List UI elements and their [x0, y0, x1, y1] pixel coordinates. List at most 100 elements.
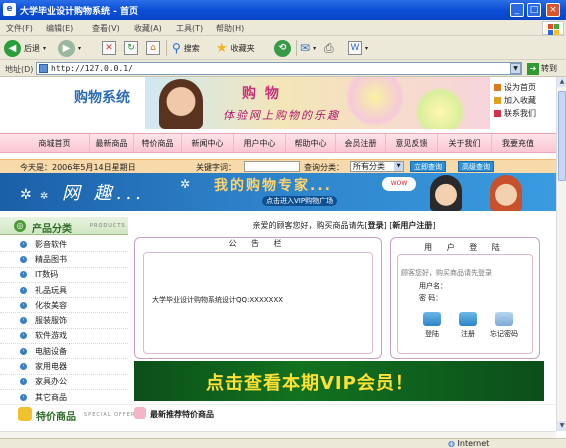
horizontal-scrollbar[interactable]: [0, 431, 556, 438]
menu-edit[interactable]: 编辑(E): [46, 23, 73, 34]
keyword-label: 关键字词：: [196, 163, 236, 172]
category-item[interactable]: › 其它商品: [0, 390, 128, 406]
scroll-down-icon[interactable]: ▼: [557, 421, 566, 431]
nav-item-news[interactable]: 新闻中心: [182, 134, 234, 153]
nav-item-recharge[interactable]: 我要充值: [492, 134, 544, 153]
vip-member-banner[interactable]: 点击查看本期VIP会员！: [134, 361, 544, 401]
minimize-button[interactable]: _: [510, 3, 524, 17]
cartoon-girl-image: [490, 175, 522, 211]
nav-item-feedback[interactable]: 意见反馈: [386, 134, 438, 153]
category-sidebar: ◎ 产品分类 PRODUCTS › 影音软件 › 精品图书 › IT数码 › 礼品玩具 …: [0, 217, 128, 431]
nav-item-home[interactable]: 商城首页: [20, 134, 90, 153]
home-button[interactable]: ⌂: [146, 39, 160, 57]
nav-item-user[interactable]: 用户中心: [234, 134, 286, 153]
welcome-login-link[interactable]: 登录: [368, 221, 384, 230]
category-item[interactable]: › 礼品玩具: [0, 283, 128, 299]
menu-tools[interactable]: 工具(T): [176, 23, 203, 34]
vip-banner-text3: 点击进入VIP购物广场: [262, 196, 338, 206]
nav-item-about[interactable]: 关于我们: [438, 134, 492, 153]
advanced-search-button[interactable]: 高级查询: [458, 161, 494, 172]
menu-favorites[interactable]: 收藏(A): [134, 23, 162, 34]
current-date: 今天是：2006年5月14日星期日: [20, 163, 136, 172]
edit-button[interactable]: W ▾: [348, 39, 368, 57]
nav-item-special[interactable]: 特价商品: [134, 134, 182, 153]
category-label: 查询分类：: [304, 163, 344, 172]
bullet-icon: ›: [20, 332, 27, 340]
nav-item-help[interactable]: 帮助中心: [286, 134, 336, 153]
add-favorite-link[interactable]: 加入收藏: [494, 94, 536, 106]
address-dropdown-icon[interactable]: ▼: [510, 63, 521, 74]
register-icon: [459, 312, 477, 326]
recommend-icon: [134, 407, 146, 419]
flower-image: [415, 87, 465, 129]
category-item[interactable]: › 家用电器: [0, 359, 128, 375]
category-item-label: 电脑设备: [35, 346, 67, 356]
set-homepage-link[interactable]: 设为首页: [494, 81, 536, 93]
banner-title: 购 物: [242, 86, 281, 102]
window-titlebar: e 大学毕业设计购物系统 - 首页 _ □ ×: [0, 0, 566, 20]
search-button[interactable]: ⚲ 搜索: [172, 39, 200, 57]
welcome-register-link[interactable]: 新用户注册: [392, 221, 432, 230]
vip-member-text: 点击查看本期VIP会员！: [206, 373, 414, 394]
vip-banner[interactable]: ✲ ✲ ✲ 网 趣... 我的购物专家... 点击进入VIP购物广场 WOW: [0, 173, 556, 211]
back-button[interactable]: ◀ 后退 ▾: [4, 39, 46, 57]
keyword-input[interactable]: [244, 161, 300, 172]
forward-button[interactable]: ▶ ▾: [58, 39, 81, 57]
notice-text: 大学毕业设计购物系统设计QQ:XXXXXXX: [152, 296, 283, 304]
address-input[interactable]: http://127.0.0.1/: [36, 62, 522, 75]
stop-button[interactable]: ✕: [102, 39, 116, 57]
username-label: 用户名：: [419, 282, 447, 290]
bullet-icon: ›: [20, 317, 27, 325]
category-item[interactable]: › 软件游戏: [0, 329, 128, 345]
history-button[interactable]: ⟲: [274, 39, 291, 57]
category-select[interactable]: 所有分类 ▼: [350, 161, 404, 172]
mail-button[interactable]: ✉ ▾: [300, 39, 316, 57]
category-item-label: IT数码: [35, 270, 59, 280]
welcome-prefix: 亲爱的顾客您好，购买商品请先[: [252, 221, 368, 230]
bullet-icon: ›: [20, 286, 27, 294]
category-item-label: 礼品玩具: [35, 285, 67, 295]
print-icon: ⎙: [324, 40, 334, 55]
category-list: › 影音软件 › 精品图书 › IT数码 › 礼品玩具 › 化妆美容 › 服装服饰 › 软件游…: [0, 237, 128, 406]
category-item[interactable]: › 影音软件: [0, 237, 128, 253]
login-button[interactable]: 登陆: [415, 312, 449, 339]
bullet-icon: ›: [20, 393, 27, 401]
recommend-title: 最新推荐特价商品: [150, 410, 214, 419]
category-item-label: 其它商品: [35, 392, 67, 402]
favorites-button[interactable]: ★ 收藏夹: [216, 39, 255, 57]
windows-logo-icon: [542, 21, 564, 35]
go-label: 转到: [541, 64, 557, 73]
address-url: http://127.0.0.1/: [51, 64, 133, 73]
search-now-button[interactable]: 立即查询: [410, 161, 446, 172]
go-button[interactable]: ➜ 转到: [527, 62, 557, 75]
contact-link[interactable]: 联系我们: [494, 107, 536, 119]
category-item[interactable]: › 化妆美容: [0, 298, 128, 314]
page-viewport: 购物系统 购 物 体验网上购物的乐趣 设为首页 加入收藏 联系我们 商城首页 最…: [0, 77, 556, 431]
scroll-up-icon[interactable]: ▲: [557, 77, 566, 87]
vertical-scrollbar[interactable]: ▲ ▼: [556, 77, 566, 431]
menu-help[interactable]: 帮助(H): [216, 23, 244, 34]
chevron-down-icon: ▾: [43, 44, 47, 52]
nav-item-register[interactable]: 会员注册: [336, 134, 386, 153]
menu-view[interactable]: 查看(V): [92, 23, 120, 34]
site-logo[interactable]: 购物系统: [74, 87, 130, 107]
category-item[interactable]: › 电脑设备: [0, 344, 128, 360]
category-icon: ◎: [14, 220, 26, 232]
forgot-password-button[interactable]: 忘记密码: [487, 312, 521, 339]
maximize-button[interactable]: □: [527, 3, 541, 17]
scroll-thumb[interactable]: [558, 91, 566, 181]
back-arrow-icon: ◀: [4, 39, 21, 57]
category-item[interactable]: › 精品图书: [0, 252, 128, 268]
category-item[interactable]: › 服装服饰: [0, 313, 128, 329]
category-title-en: PRODUCTS: [90, 223, 126, 229]
nav-item-new[interactable]: 最新商品: [90, 134, 134, 153]
register-button[interactable]: 注册: [451, 312, 485, 339]
refresh-button[interactable]: ↻: [124, 39, 138, 57]
category-item[interactable]: › IT数码: [0, 268, 128, 283]
welcome-message: 亲爱的顾客您好，购买商品请先[登录] [新用户注册]: [132, 220, 556, 231]
close-button[interactable]: ×: [546, 3, 560, 17]
category-item[interactable]: › 家具办公: [0, 375, 128, 390]
menu-bar: 文件(F) 编辑(E) 查看(V) 收藏(A) 工具(T) 帮助(H): [0, 20, 566, 36]
menu-file[interactable]: 文件(F): [6, 23, 33, 34]
print-button[interactable]: ⎙: [324, 39, 334, 57]
